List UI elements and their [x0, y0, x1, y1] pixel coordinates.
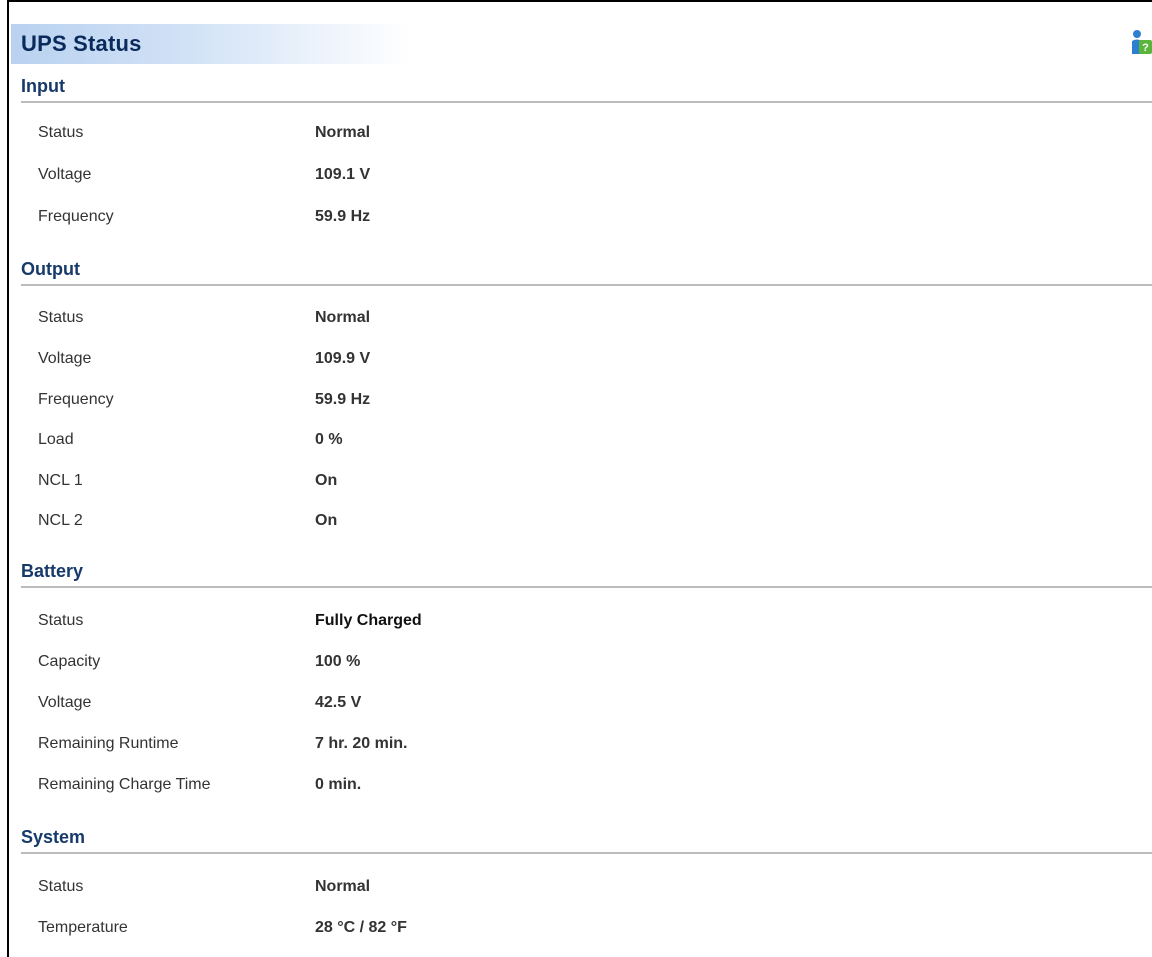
row-value: 109.9 V	[315, 350, 371, 367]
row-value: 109.1 V	[315, 166, 371, 183]
row-value: Fully Charged	[315, 612, 422, 629]
svg-text:?: ?	[1142, 42, 1149, 54]
output-ncl2-row: NCL 2 On	[9, 500, 1009, 542]
row-value: On	[315, 512, 338, 529]
row-value: On	[315, 472, 338, 489]
row-label: Status	[38, 612, 84, 629]
output-load-row: Load 0 %	[9, 419, 1009, 461]
section-heading-battery: Battery	[21, 558, 1152, 588]
row-value: Normal	[315, 878, 371, 895]
row-label: NCL 1	[38, 472, 83, 489]
input-status-row: Status Normal	[9, 112, 1009, 154]
row-value: 7 hr. 20 min.	[315, 735, 408, 752]
ups-status-panel: UPS Status ? Input Status Normal Voltage…	[7, 0, 1152, 957]
page-title: UPS Status	[21, 31, 142, 56]
section-heading-input: Input	[21, 73, 1152, 103]
row-label: Remaining Charge Time	[38, 776, 211, 793]
row-label: Remaining Runtime	[38, 735, 179, 752]
battery-runtime-row: Remaining Runtime 7 hr. 20 min.	[9, 723, 1009, 765]
row-value: 59.9 Hz	[315, 208, 371, 225]
row-label: Capacity	[38, 653, 101, 670]
row-label: Voltage	[38, 350, 92, 367]
output-status-row: Status Normal	[9, 297, 1009, 339]
battery-voltage-row: Voltage 42.5 V	[9, 682, 1009, 724]
row-label: Status	[38, 309, 84, 326]
row-label: Frequency	[38, 391, 114, 408]
section-heading-system: System	[21, 824, 1152, 854]
section-heading-output: Output	[21, 256, 1152, 286]
row-label: Temperature	[38, 919, 128, 936]
row-value: 42.5 V	[315, 694, 362, 711]
output-voltage-row: Voltage 109.9 V	[9, 338, 1009, 380]
row-value: 59.9 Hz	[315, 391, 371, 408]
row-value: 0 %	[315, 431, 343, 448]
input-voltage-row: Voltage 109.1 V	[9, 154, 1009, 196]
output-frequency-row: Frequency 59.9 Hz	[9, 379, 1009, 421]
row-value: Normal	[315, 124, 371, 141]
battery-status-row: Status Fully Charged	[9, 600, 1009, 642]
system-temperature-row: Temperature 28 °C / 82 °F	[9, 907, 1009, 949]
system-status-row: Status Normal	[9, 866, 1009, 908]
row-value: Normal	[315, 309, 371, 326]
help-person-icon[interactable]: ?	[1130, 29, 1152, 55]
row-label: Status	[38, 124, 84, 141]
row-label: Status	[38, 878, 84, 895]
row-value: 100 %	[315, 653, 361, 670]
battery-capacity-row: Capacity 100 %	[9, 641, 1009, 683]
output-ncl1-row: NCL 1 On	[9, 460, 1009, 502]
input-frequency-row: Frequency 59.9 Hz	[9, 196, 1009, 238]
battery-charge-time-row: Remaining Charge Time 0 min.	[9, 764, 1009, 806]
row-label: Frequency	[38, 208, 114, 225]
row-value: 0 min.	[315, 776, 362, 793]
row-value: 28 °C / 82 °F	[315, 919, 407, 936]
row-label: NCL 2	[38, 512, 83, 529]
row-label: Voltage	[38, 694, 92, 711]
row-label: Voltage	[38, 166, 92, 183]
row-label: Load	[38, 431, 74, 448]
